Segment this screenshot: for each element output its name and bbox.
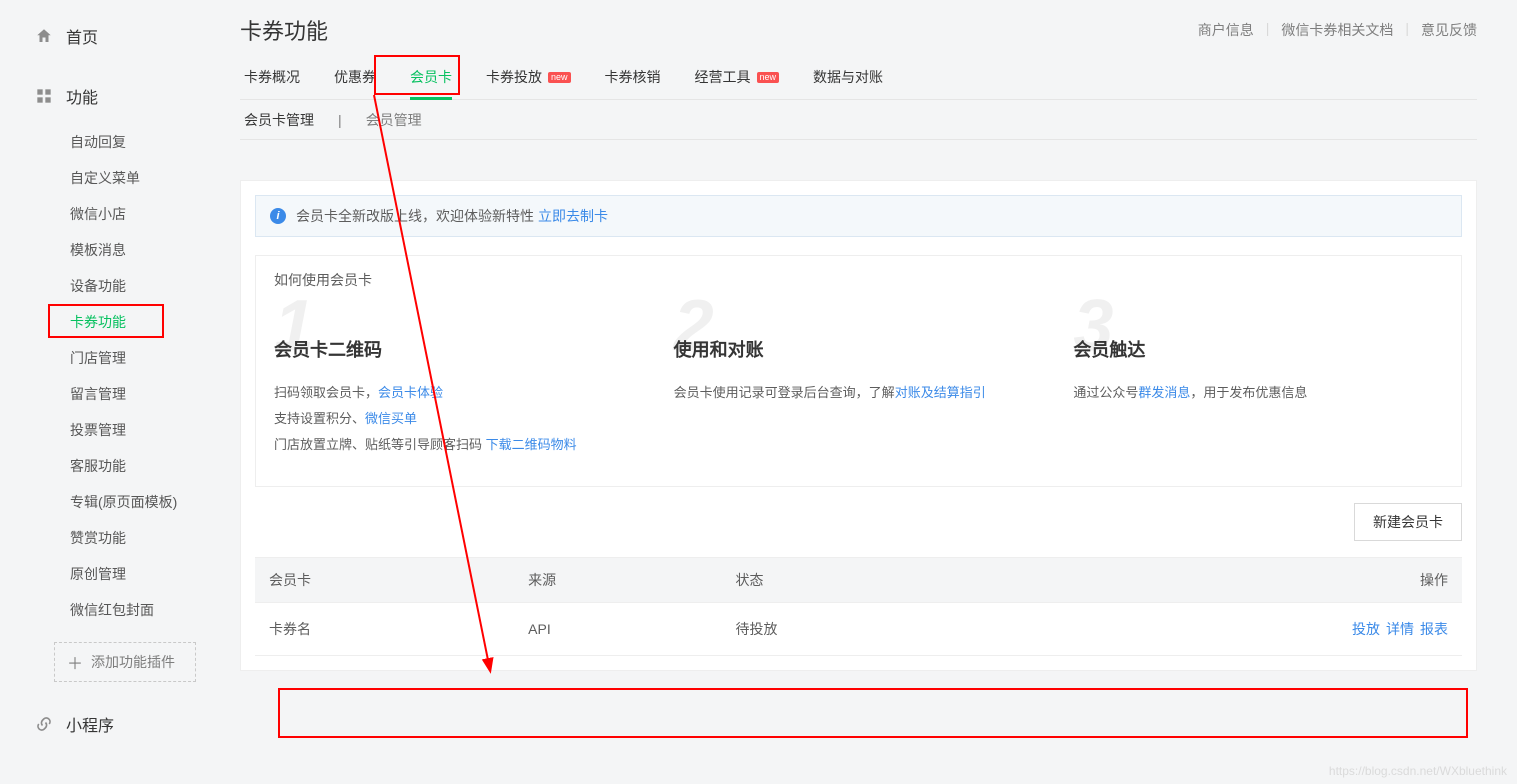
main-content: 卡券功能 商户信息 | 微信卡券相关文档 | 意见反馈 卡券概况优惠券会员卡卡券… — [230, 0, 1517, 784]
howto-step: 2使用和对账会员卡使用记录可登录后台查询，了解对账及结算指引 — [674, 290, 1044, 458]
tab[interactable]: 卡券概况 — [244, 67, 300, 99]
step-link[interactable]: 群发消息 — [1138, 385, 1190, 400]
sidebar-item[interactable]: 自动回复 — [0, 124, 230, 160]
row-action[interactable]: 报表 — [1420, 621, 1448, 637]
tab-label: 卡券核销 — [605, 67, 661, 87]
sidebar-item[interactable]: 设备功能 — [0, 268, 230, 304]
add-plugin-label: 添加功能插件 — [91, 652, 175, 672]
step-line: 通过公众号群发消息，用于发布优惠信息 — [1073, 380, 1443, 406]
step-link[interactable]: 对账及结算指引 — [895, 385, 986, 400]
cell-name: 卡券名 — [255, 603, 514, 656]
link-icon — [34, 714, 54, 734]
header-link-docs[interactable]: 微信卡券相关文档 — [1281, 20, 1393, 40]
sidebar-item[interactable]: 投票管理 — [0, 412, 230, 448]
row-action[interactable]: 投放 — [1352, 621, 1380, 637]
sidebar-home[interactable]: 首页 — [0, 18, 230, 54]
sidebar-home-label: 首页 — [66, 24, 98, 48]
th-status: 状态 — [721, 558, 980, 603]
step-line: 会员卡使用记录可登录后台查询，了解对账及结算指引 — [674, 380, 1044, 406]
card-table: 会员卡 来源 状态 操作 卡券名API待投放投放详情报表 — [255, 557, 1462, 656]
tab-label: 卡券投放 — [486, 67, 542, 87]
step-line: 支持设置积分、微信买单 — [274, 406, 644, 432]
sidebar-item[interactable]: 卡券功能 — [0, 304, 230, 340]
sidebar-item[interactable]: 门店管理 — [0, 340, 230, 376]
sidebar: 首页 功能 自动回复自定义菜单微信小店模板消息设备功能卡券功能门店管理留言管理投… — [0, 0, 230, 784]
new-card-button[interactable]: 新建会员卡 — [1354, 503, 1462, 541]
subtab[interactable]: 会员卡管理 — [244, 110, 314, 130]
notice-text: 会员卡全新改版上线，欢迎体验新特性 — [296, 206, 534, 226]
tab-label: 优惠券 — [334, 67, 376, 87]
step-link[interactable]: 微信买单 — [365, 411, 417, 426]
header-link-merchant[interactable]: 商户信息 — [1198, 20, 1254, 40]
content-panel: i 会员卡全新改版上线，欢迎体验新特性 立即去制卡 如何使用会员卡 1会员卡二维… — [240, 180, 1477, 671]
th-action: 操作 — [981, 558, 1462, 603]
step-line: 门店放置立牌、贴纸等引导顾客扫码 下载二维码物料 — [274, 432, 644, 458]
subtabs: 会员卡管理|会员管理 — [240, 100, 1477, 140]
sidebar-item[interactable]: 模板消息 — [0, 232, 230, 268]
sidebar-miniprogram-label: 小程序 — [66, 712, 114, 736]
sidebar-item[interactable]: 原创管理 — [0, 556, 230, 592]
tab[interactable]: 会员卡 — [410, 67, 452, 99]
home-icon — [34, 26, 54, 46]
step-line: 扫码领取会员卡，会员卡体验 — [274, 380, 644, 406]
sidebar-miniprogram-heading: 小程序 — [0, 706, 230, 742]
subtab[interactable]: 会员管理 — [366, 110, 422, 130]
header-link-feedback[interactable]: 意见反馈 — [1421, 20, 1477, 40]
cell-status: 待投放 — [721, 603, 980, 656]
sidebar-features-heading: 功能 — [0, 78, 230, 114]
tab-label: 会员卡 — [410, 67, 452, 87]
sidebar-item[interactable]: 微信红包封面 — [0, 592, 230, 628]
step-title: 会员卡二维码 — [274, 336, 644, 362]
tab[interactable]: 数据与对账 — [813, 67, 883, 99]
th-source: 来源 — [514, 558, 721, 603]
separator: | — [1405, 20, 1409, 40]
sidebar-item[interactable]: 赞赏功能 — [0, 520, 230, 556]
grid-icon — [34, 86, 54, 106]
step-title: 会员触达 — [1073, 336, 1443, 362]
sidebar-item[interactable]: 专辑(原页面模板) — [0, 484, 230, 520]
table-row: 卡券名API待投放投放详情报表 — [255, 603, 1462, 656]
notice-link[interactable]: 立即去制卡 — [538, 206, 608, 226]
notice-banner: i 会员卡全新改版上线，欢迎体验新特性 立即去制卡 — [255, 195, 1462, 237]
plus-icon: ＋ — [67, 650, 83, 674]
info-icon: i — [270, 208, 286, 224]
tab-label: 经营工具 — [695, 67, 751, 87]
annotation-box-row — [278, 688, 1468, 738]
new-badge: new — [548, 72, 571, 83]
howto-panel: 如何使用会员卡 1会员卡二维码扫码领取会员卡，会员卡体验支持设置积分、微信买单门… — [255, 255, 1462, 487]
tab[interactable]: 卡券核销 — [605, 67, 661, 99]
sidebar-item[interactable]: 自定义菜单 — [0, 160, 230, 196]
watermark: https://blog.csdn.net/WXbluethink — [1329, 764, 1507, 778]
th-card: 会员卡 — [255, 558, 514, 603]
step-link[interactable]: 下载二维码物料 — [486, 437, 577, 452]
sidebar-feature-list: 自动回复自定义菜单微信小店模板消息设备功能卡券功能门店管理留言管理投票管理客服功… — [0, 114, 230, 628]
row-action[interactable]: 详情 — [1386, 621, 1414, 637]
tabs: 卡券概况 优惠券 会员卡 卡券投放 new 卡券核销 经营工具 new 数据与对账 — [240, 60, 1477, 100]
sidebar-item[interactable]: 客服功能 — [0, 448, 230, 484]
separator: | — [1266, 20, 1270, 40]
howto-steps: 1会员卡二维码扫码领取会员卡，会员卡体验支持设置积分、微信买单门店放置立牌、贴纸… — [256, 290, 1461, 486]
tab-label: 卡券概况 — [244, 67, 300, 87]
header-links: 商户信息 | 微信卡券相关文档 | 意见反馈 — [1198, 20, 1477, 40]
new-badge: new — [757, 72, 780, 83]
sidebar-item[interactable]: 微信小店 — [0, 196, 230, 232]
sidebar-features-label: 功能 — [66, 84, 98, 108]
add-plugin-button[interactable]: ＋ 添加功能插件 — [54, 642, 196, 682]
howto-step: 1会员卡二维码扫码领取会员卡，会员卡体验支持设置积分、微信买单门店放置立牌、贴纸… — [274, 290, 644, 458]
howto-step: 3会员触达通过公众号群发消息，用于发布优惠信息 — [1073, 290, 1443, 458]
tab[interactable]: 卡券投放 new — [486, 67, 571, 99]
tab-label: 数据与对账 — [813, 67, 883, 87]
page-title: 卡券功能 — [240, 14, 328, 46]
tab[interactable]: 优惠券 — [334, 67, 376, 99]
cell-actions: 投放详情报表 — [981, 603, 1462, 656]
sidebar-item[interactable]: 留言管理 — [0, 376, 230, 412]
step-title: 使用和对账 — [674, 336, 1044, 362]
howto-title: 如何使用会员卡 — [256, 256, 1461, 290]
tab[interactable]: 经营工具 new — [695, 67, 780, 99]
step-link[interactable]: 会员卡体验 — [378, 385, 443, 400]
cell-source: API — [514, 603, 721, 656]
